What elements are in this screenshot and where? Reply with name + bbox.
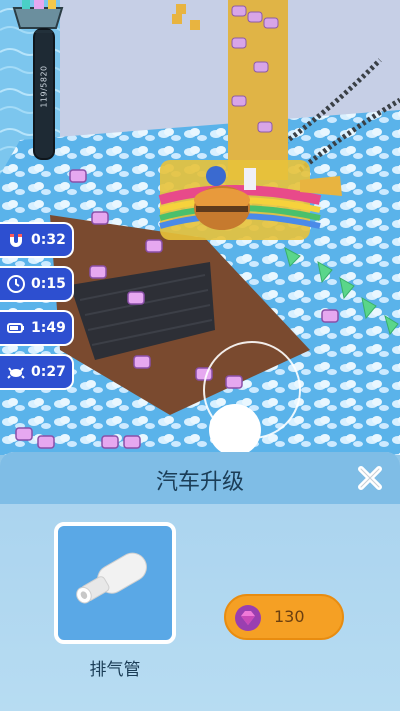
- magnet-icon: [5, 229, 27, 251]
- boost-timer-magnet: 0:32: [0, 222, 74, 258]
- boost-time: 0:27: [31, 364, 66, 380]
- clock-icon: [5, 273, 27, 295]
- upgrade-item-name: 排气管: [89, 660, 141, 680]
- panel-title: 汽车升级: [155, 470, 244, 495]
- boost-time: 0:15: [31, 276, 66, 292]
- boost-timer-clock: 0:15: [0, 266, 74, 302]
- boost-timers: 0:32 0:15 1:49 0:27: [0, 222, 80, 398]
- boost-timer-battery: 1:49: [0, 310, 74, 346]
- buy-upgrade-button[interactable]: 130: [224, 594, 344, 640]
- crab-icon: [5, 361, 27, 383]
- price-amount: 130: [274, 607, 305, 626]
- gem-icon: [235, 605, 261, 631]
- close-icon: [358, 466, 382, 490]
- panel-header: 汽车升级: [0, 452, 400, 504]
- boost-time: 0:32: [31, 232, 66, 248]
- exhaust-pipe-icon: [76, 552, 147, 604]
- close-button[interactable]: [354, 462, 386, 494]
- upgrade-item-card[interactable]: [54, 522, 176, 644]
- boost-timer-crab: 0:27: [0, 354, 74, 390]
- collection-progress-bar: 119/5820: [33, 28, 55, 160]
- progress-label: 119/5820: [39, 65, 49, 108]
- boost-time: 1:49: [31, 320, 66, 336]
- bucket-icon: [10, 0, 66, 30]
- battery-icon: [5, 317, 27, 339]
